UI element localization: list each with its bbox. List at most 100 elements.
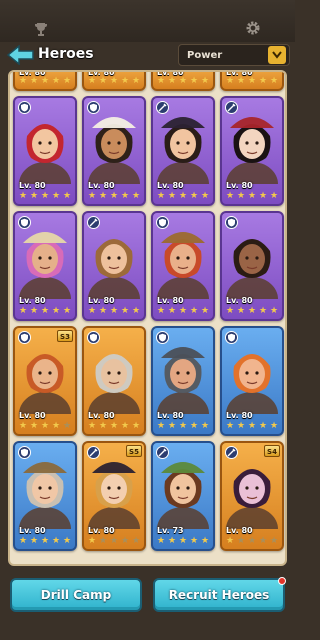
hero-level: Lv. 80 [226,526,253,535]
hero-card[interactable]: Lv. 80 ★ ★ ★ ★ ★ [13,211,77,321]
star-icon: ★ [40,421,50,431]
footer: Drill Camp Recruit Heroes [0,566,295,640]
trophy-icon[interactable] [34,22,48,36]
star-rating: ★ ★ ★ ★ ★ [225,77,281,86]
hero-card[interactable]: Lv. 80 ★ ★ ★ ★ ★ [151,326,215,436]
star-icon: ★ [18,191,28,201]
star-icon: ★ [156,421,166,431]
star-icon: ★ [189,536,199,546]
hero-level: Lv. 80 [88,411,115,420]
recruit-heroes-button[interactable]: Recruit Heroes [153,577,286,612]
hero-level: Lv. 80 [88,296,115,305]
star-icon: ★ [29,76,39,86]
shield-icon [18,216,31,229]
shield-icon [87,101,100,114]
hero-card[interactable]: Lv. 80 ★ ★ ★ ★ ★ [151,211,215,321]
star-icon: ★ [109,421,119,431]
star-icon: ★ [236,536,246,546]
hero-card[interactable]: Lv. 80 ★ ★ ★ ★ ★ [220,211,284,321]
star-icon: ★ [18,306,28,316]
shield-icon [156,216,169,229]
star-icon: ★ [120,76,130,86]
hero-level: Lv. 80 [88,526,115,535]
hero-card[interactable]: S3 Lv. 80 ★ ★ ★ ★ ★ [13,326,77,436]
star-icon: ★ [109,536,119,546]
star-icon: ★ [178,306,188,316]
hero-level: Lv. 80 [226,296,253,305]
star-rating: ★ ★ ★ ★ ★ [18,422,74,431]
star-rating: ★ ★ ★ ★ ★ [18,77,74,86]
sort-dropdown-label: Power [187,49,223,61]
hero-level: Lv. 80 [157,181,184,190]
back-arrow-icon [7,45,34,65]
hero-card[interactable]: Lv. 80 ★ ★ ★ ★ ★ [82,326,146,436]
star-icon: ★ [62,536,72,546]
recruit-heroes-label: Recruit Heroes [168,588,270,602]
hero-card[interactable]: Lv. 80 ★ ★ ★ ★ ★ [220,72,284,91]
sword-icon [225,101,238,114]
top-bar [0,0,295,42]
star-icon: ★ [247,421,257,431]
star-icon: ★ [200,76,210,86]
hero-level: Lv. 80 [19,411,46,420]
hero-level: Lv. 80 [19,181,46,190]
hero-card[interactable]: Lv. 80 ★ ★ ★ ★ ★ [13,96,77,206]
hero-card[interactable]: Lv. 80 ★ ★ ★ ★ ★ [82,72,146,91]
hero-card[interactable]: Lv. 80 ★ ★ ★ ★ ★ [220,326,284,436]
star-rating: ★ ★ ★ ★ ★ [225,422,281,431]
star-icon: ★ [18,76,28,86]
star-icon: ★ [247,191,257,201]
hero-card[interactable]: Lv. 80 ★ ★ ★ ★ ★ [13,441,77,551]
drill-camp-button[interactable]: Drill Camp [10,578,142,612]
star-icon: ★ [98,536,108,546]
star-icon: ★ [98,191,108,201]
star-icon: ★ [87,536,97,546]
sword-icon [225,446,238,459]
shield-icon [87,331,100,344]
hero-card[interactable]: S5 Lv. 80 ★ ★ ★ ★ ★ [82,441,146,551]
star-rating: ★ ★ ★ ★ ★ [156,537,212,546]
star-icon: ★ [87,306,97,316]
star-icon: ★ [258,191,268,201]
star-icon: ★ [51,421,61,431]
hero-level: Lv. 80 [157,296,184,305]
page-title: Heroes [38,46,94,62]
star-icon: ★ [225,536,235,546]
star-rating: ★ ★ ★ ★ ★ [87,422,143,431]
star-icon: ★ [167,191,177,201]
hero-card[interactable]: Lv. 80 ★ ★ ★ ★ ★ [151,96,215,206]
star-icon: ★ [258,421,268,431]
star-icon: ★ [120,536,130,546]
star-icon: ★ [200,421,210,431]
hero-card[interactable]: S4 Lv. 80 ★ ★ ★ ★ ★ [220,441,284,551]
sort-dropdown[interactable]: Power [178,44,290,66]
hero-card[interactable]: Lv. 80 ★ ★ ★ ★ ★ [13,72,77,91]
star-icon: ★ [51,536,61,546]
star-icon: ★ [269,191,279,201]
star-icon: ★ [131,536,141,546]
hero-grid-panel[interactable]: Lv. 80 ★ ★ ★ ★ ★ Lv. 80 ★ ★ ★ ★ ★ Lv. 80 ★ ★ ★ ★ ★ L… [8,70,287,566]
star-rating: ★ ★ ★ ★ ★ [87,307,143,316]
hero-grid: Lv. 80 ★ ★ ★ ★ ★ Lv. 80 ★ ★ ★ ★ ★ Lv. 80 ★ ★ ★ ★ ★ L… [13,72,284,551]
hero-card[interactable]: Lv. 73 ★ ★ ★ ★ ★ [151,441,215,551]
star-icon: ★ [29,421,39,431]
star-icon: ★ [189,421,199,431]
hero-card[interactable]: Lv. 80 ★ ★ ★ ★ ★ [220,96,284,206]
gear-icon[interactable] [245,20,261,36]
star-rating: ★ ★ ★ ★ ★ [225,537,281,546]
star-icon: ★ [236,421,246,431]
star-icon: ★ [258,306,268,316]
star-icon: ★ [189,306,199,316]
star-icon: ★ [156,191,166,201]
star-rating: ★ ★ ★ ★ ★ [18,192,74,201]
star-icon: ★ [62,306,72,316]
shield-icon [156,331,169,344]
hero-card[interactable]: Lv. 80 ★ ★ ★ ★ ★ [151,72,215,91]
star-icon: ★ [225,306,235,316]
hero-card[interactable]: Lv. 80 ★ ★ ★ ★ ★ [82,96,146,206]
hero-level: Lv. 80 [226,411,253,420]
hero-card[interactable]: Lv. 80 ★ ★ ★ ★ ★ [82,211,146,321]
back-button[interactable] [6,43,36,67]
shield-icon [18,446,31,459]
star-icon: ★ [189,76,199,86]
